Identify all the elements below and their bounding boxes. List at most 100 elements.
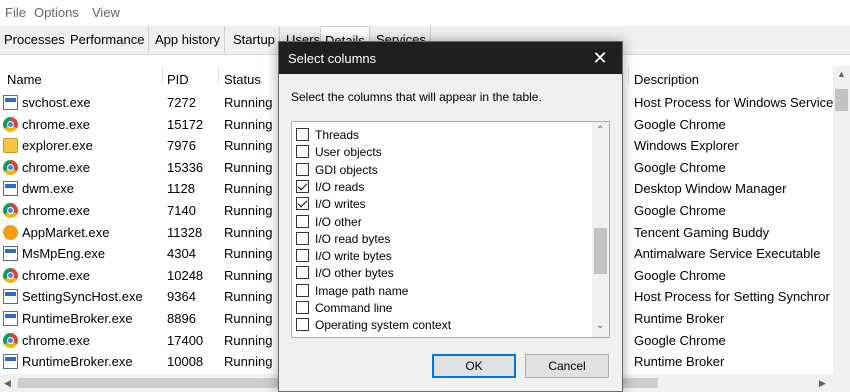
process-description: Desktop Window Manager (634, 181, 787, 197)
process-status: Running (224, 181, 273, 197)
process-name: MsMpEng.exe (22, 246, 106, 262)
process-description: Host Process for Windows Services (634, 95, 840, 110)
ok-button[interactable]: OK (432, 354, 516, 378)
column-option-label: Operating system context (315, 318, 452, 333)
checkbox[interactable] (296, 145, 309, 159)
process-description: Runtime Broker (634, 354, 725, 370)
tab-startup[interactable]: Startup (229, 26, 280, 53)
process-description: Windows Explorer (634, 138, 739, 154)
checkbox[interactable] (296, 318, 309, 332)
menu-bar: File Options View (0, 0, 850, 24)
checkbox[interactable] (296, 162, 309, 176)
scroll-left-arrow-icon[interactable]: ◀ (4, 378, 11, 389)
folder-icon (3, 138, 18, 154)
process-pid: 8896 (167, 311, 196, 326)
process-status: Running (224, 138, 273, 154)
service-icon (3, 246, 18, 262)
menu-view[interactable]: View (92, 5, 120, 20)
process-pid: 15336 (167, 159, 204, 175)
process-pid: 10248 (167, 267, 204, 283)
header-description[interactable]: Description (634, 72, 699, 87)
cancel-button[interactable]: Cancel (525, 354, 609, 378)
checkbox[interactable] (296, 128, 309, 141)
process-name: chrome.exe (22, 332, 90, 348)
header-name[interactable]: Name (7, 72, 42, 87)
process-pid: 17400 (167, 332, 204, 348)
column-option-label: Threads (315, 128, 360, 142)
process-description: Google Chrome (634, 203, 726, 218)
process-pid: 7976 (167, 138, 196, 154)
checkbox[interactable] (296, 197, 309, 211)
process-status: Running (224, 116, 273, 132)
process-status: Running (224, 159, 273, 175)
checkbox[interactable] (296, 249, 309, 263)
game-icon (3, 224, 18, 240)
process-name: svchost.exe (22, 95, 91, 110)
header-pid[interactable]: PID (167, 72, 189, 87)
process-name: RuntimeBroker.exe (22, 354, 133, 370)
process-name: chrome.exe (22, 203, 90, 218)
service-icon (3, 311, 18, 326)
process-name: chrome.exe (22, 267, 90, 283)
column-option-label: I/O write bytes (315, 249, 392, 264)
process-description: Google Chrome (634, 159, 726, 175)
process-name: AppMarket.exe (22, 224, 110, 240)
checkbox[interactable] (296, 214, 309, 228)
tab-processes[interactable]: Processes (0, 26, 70, 53)
process-status: Running (224, 332, 273, 348)
checkbox[interactable] (296, 283, 309, 297)
header-divider[interactable] (218, 66, 219, 84)
checkbox[interactable] (296, 179, 309, 193)
column-option-label: I/O read bytes (315, 231, 391, 246)
process-description: Antimalware Service Executable (634, 246, 821, 262)
list-scrollbar-thumb[interactable] (594, 228, 607, 274)
process-name: SettingSyncHost.exe (22, 289, 143, 305)
checkbox[interactable] (296, 231, 309, 245)
chrome-icon (3, 267, 18, 283)
process-pid: 11328 (167, 224, 203, 240)
column-option-label: I/O writes (315, 197, 366, 212)
process-description: Google Chrome (634, 332, 726, 348)
menu-file[interactable]: File (5, 5, 26, 20)
header-divider[interactable] (162, 66, 163, 84)
menu-options[interactable]: Options (34, 5, 79, 20)
column-list[interactable]: Threads User objects GDI objects I/O reads I… (291, 121, 610, 338)
vertical-scrollbar-thumb[interactable] (835, 89, 848, 111)
checkbox[interactable] (296, 266, 309, 280)
process-pid: 7140 (167, 203, 196, 218)
process-status: Running (224, 267, 273, 283)
chevron-up-icon[interactable]: ⌃ (596, 125, 604, 136)
vertical-scrollbar[interactable] (833, 66, 850, 374)
chrome-icon (3, 203, 18, 218)
chevron-down-icon[interactable]: ⌄ (596, 320, 604, 331)
process-pid: 7272 (167, 95, 196, 110)
column-option-label: I/O other bytes (315, 266, 394, 281)
process-name: chrome.exe (22, 159, 90, 175)
process-status: Running (224, 203, 273, 218)
process-status: Running (224, 289, 273, 305)
process-pid: 1128 (167, 181, 195, 197)
close-icon[interactable]: ✕ (578, 42, 622, 74)
column-option-label: Image path name (315, 283, 409, 298)
select-columns-dialog: Select columns ✕ Select the columns that… (278, 41, 623, 392)
checkbox[interactable] (296, 301, 309, 314)
chrome-icon (3, 332, 18, 348)
scroll-up-arrow-icon[interactable]: ▲ (837, 69, 846, 79)
header-divider[interactable] (628, 66, 629, 84)
process-name: RuntimeBroker.exe (22, 311, 133, 326)
header-status[interactable]: Status (224, 72, 261, 87)
column-option-label: I/O other (315, 214, 362, 229)
dialog-titlebar: Select columns ✕ (279, 42, 622, 74)
process-pid: 9364 (167, 289, 196, 305)
chrome-icon (3, 116, 18, 132)
dialog-instruction: Select the columns that will appear in t… (291, 90, 542, 104)
process-pid: 10008 (167, 354, 204, 370)
service-icon (3, 289, 18, 305)
service-icon (3, 95, 18, 110)
process-description: Google Chrome (634, 267, 726, 283)
process-status: Running (224, 354, 273, 370)
scroll-right-arrow-icon[interactable]: ▶ (819, 378, 826, 389)
tab-performance[interactable]: Performance (66, 26, 150, 53)
tab-app-history[interactable]: App history (151, 26, 226, 53)
process-status: Running (224, 246, 273, 262)
